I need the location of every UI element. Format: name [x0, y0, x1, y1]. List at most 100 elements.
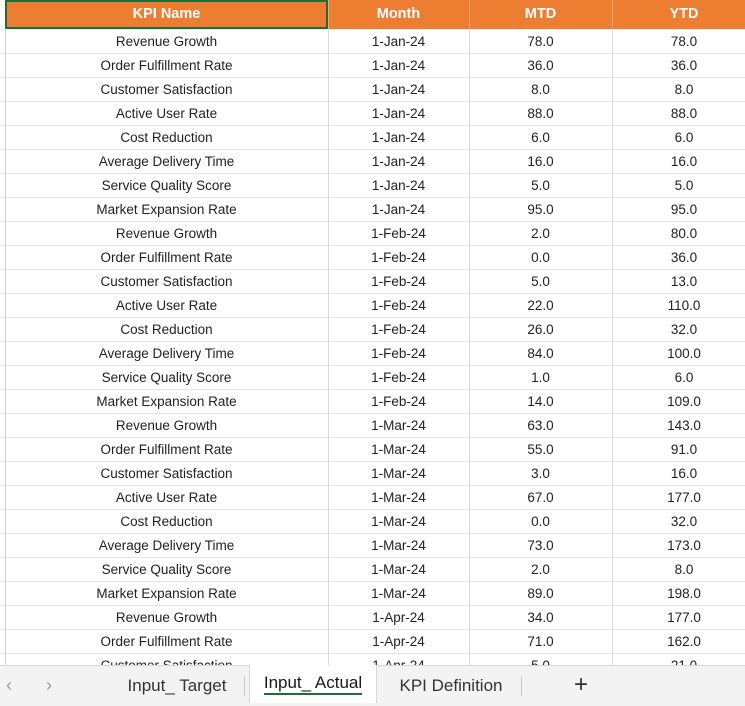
month-cell[interactable]: 1-Jan-24 [328, 197, 470, 222]
month-cell[interactable]: 1-Mar-24 [328, 557, 470, 582]
kpi-name-cell[interactable]: Revenue Growth [5, 605, 329, 630]
ytd-cell[interactable]: 13.0 [612, 269, 745, 294]
ytd-cell[interactable]: 21.0 [612, 653, 745, 665]
month-cell[interactable]: 1-Feb-24 [328, 365, 470, 390]
ytd-cell[interactable]: 95.0 [612, 197, 745, 222]
kpi-name-cell[interactable]: Customer Satisfaction [5, 461, 329, 486]
month-cell[interactable]: 1-Feb-24 [328, 341, 470, 366]
spreadsheet-grid[interactable]: KPI Name Month MTD YTD Revenue Growth 1-J… [0, 0, 745, 665]
header-kpi-name[interactable]: KPI Name [5, 0, 329, 30]
month-cell[interactable]: 1-Feb-24 [328, 245, 470, 270]
mtd-cell[interactable]: 67.0 [469, 485, 613, 510]
ytd-cell[interactable]: 110.0 [612, 293, 745, 318]
ytd-cell[interactable]: 143.0 [612, 413, 745, 438]
ytd-cell[interactable]: 173.0 [612, 533, 745, 558]
ytd-cell[interactable]: 8.0 [612, 77, 745, 102]
tab-input-target[interactable]: Input_ Target [116, 666, 238, 706]
mtd-cell[interactable]: 3.0 [469, 461, 613, 486]
month-cell[interactable]: 1-Jan-24 [328, 29, 470, 54]
tab-input-actual[interactable]: Input_ Actual [249, 665, 377, 703]
kpi-name-cell[interactable]: Cost Reduction [5, 509, 329, 534]
month-cell[interactable]: 1-Mar-24 [328, 437, 470, 462]
ytd-cell[interactable]: 162.0 [612, 629, 745, 654]
mtd-cell[interactable]: 6.0 [469, 125, 613, 150]
mtd-cell[interactable]: 78.0 [469, 29, 613, 54]
mtd-cell[interactable]: 88.0 [469, 101, 613, 126]
month-cell[interactable]: 1-Jan-24 [328, 173, 470, 198]
month-cell[interactable]: 1-Jan-24 [328, 101, 470, 126]
month-cell[interactable]: 1-Mar-24 [328, 413, 470, 438]
ytd-cell[interactable]: 100.0 [612, 341, 745, 366]
kpi-name-cell[interactable]: Service Quality Score [5, 173, 329, 198]
month-cell[interactable]: 1-Mar-24 [328, 485, 470, 510]
ytd-cell[interactable]: 80.0 [612, 221, 745, 246]
header-ytd[interactable]: YTD [612, 0, 745, 30]
kpi-name-cell[interactable]: Order Fulfillment Rate [5, 245, 329, 270]
ytd-cell[interactable]: 6.0 [612, 125, 745, 150]
kpi-name-cell[interactable]: Customer Satisfaction [5, 653, 329, 665]
mtd-cell[interactable]: 0.0 [469, 245, 613, 270]
ytd-cell[interactable]: 36.0 [612, 53, 745, 78]
mtd-cell[interactable]: 63.0 [469, 413, 613, 438]
kpi-name-cell[interactable]: Order Fulfillment Rate [5, 53, 329, 78]
ytd-cell[interactable]: 109.0 [612, 389, 745, 414]
kpi-name-cell[interactable]: Cost Reduction [5, 125, 329, 150]
mtd-cell[interactable]: 89.0 [469, 581, 613, 606]
header-mtd[interactable]: MTD [469, 0, 613, 30]
ytd-cell[interactable]: 32.0 [612, 509, 745, 534]
mtd-cell[interactable]: 26.0 [469, 317, 613, 342]
mtd-cell[interactable]: 2.0 [469, 221, 613, 246]
kpi-name-cell[interactable]: Service Quality Score [5, 365, 329, 390]
ytd-cell[interactable]: 16.0 [612, 461, 745, 486]
kpi-name-cell[interactable]: Order Fulfillment Rate [5, 437, 329, 462]
chevron-right-icon[interactable]: › [40, 674, 58, 696]
mtd-cell[interactable]: 34.0 [469, 605, 613, 630]
mtd-cell[interactable]: 14.0 [469, 389, 613, 414]
ytd-cell[interactable]: 6.0 [612, 365, 745, 390]
month-cell[interactable]: 1-Feb-24 [328, 221, 470, 246]
kpi-name-cell[interactable]: Average Delivery Time [5, 341, 329, 366]
kpi-name-cell[interactable]: Customer Satisfaction [5, 77, 329, 102]
month-cell[interactable]: 1-Jan-24 [328, 77, 470, 102]
tab-kpi-definition[interactable]: KPI Definition [388, 666, 514, 706]
mtd-cell[interactable]: 8.0 [469, 77, 613, 102]
chevron-left-icon[interactable]: ‹ [0, 674, 18, 696]
mtd-cell[interactable]: 84.0 [469, 341, 613, 366]
kpi-name-cell[interactable]: Average Delivery Time [5, 149, 329, 174]
mtd-cell[interactable]: 95.0 [469, 197, 613, 222]
ytd-cell[interactable]: 32.0 [612, 317, 745, 342]
month-cell[interactable]: 1-Apr-24 [328, 653, 470, 665]
month-cell[interactable]: 1-Feb-24 [328, 317, 470, 342]
kpi-name-cell[interactable]: Order Fulfillment Rate [5, 629, 329, 654]
kpi-name-cell[interactable]: Market Expansion Rate [5, 197, 329, 222]
month-cell[interactable]: 1-Apr-24 [328, 629, 470, 654]
ytd-cell[interactable]: 177.0 [612, 485, 745, 510]
kpi-name-cell[interactable]: Market Expansion Rate [5, 389, 329, 414]
mtd-cell[interactable]: 73.0 [469, 533, 613, 558]
kpi-name-cell[interactable]: Active User Rate [5, 485, 329, 510]
kpi-name-cell[interactable]: Revenue Growth [5, 413, 329, 438]
kpi-name-cell[interactable]: Cost Reduction [5, 317, 329, 342]
kpi-name-cell[interactable]: Revenue Growth [5, 221, 329, 246]
kpi-name-cell[interactable]: Service Quality Score [5, 557, 329, 582]
kpi-name-cell[interactable]: Revenue Growth [5, 29, 329, 54]
mtd-cell[interactable]: 16.0 [469, 149, 613, 174]
mtd-cell[interactable]: 5.0 [469, 653, 613, 665]
ytd-cell[interactable]: 36.0 [612, 245, 745, 270]
month-cell[interactable]: 1-Mar-24 [328, 533, 470, 558]
mtd-cell[interactable]: 0.0 [469, 509, 613, 534]
month-cell[interactable]: 1-Feb-24 [328, 293, 470, 318]
ytd-cell[interactable]: 198.0 [612, 581, 745, 606]
month-cell[interactable]: 1-Apr-24 [328, 605, 470, 630]
mtd-cell[interactable]: 5.0 [469, 269, 613, 294]
ytd-cell[interactable]: 8.0 [612, 557, 745, 582]
month-cell[interactable]: 1-Mar-24 [328, 461, 470, 486]
add-sheet-button[interactable]: + [568, 672, 594, 698]
mtd-cell[interactable]: 2.0 [469, 557, 613, 582]
month-cell[interactable]: 1-Feb-24 [328, 389, 470, 414]
kpi-name-cell[interactable]: Active User Rate [5, 101, 329, 126]
header-month[interactable]: Month [328, 0, 470, 30]
month-cell[interactable]: 1-Mar-24 [328, 581, 470, 606]
ytd-cell[interactable]: 78.0 [612, 29, 745, 54]
mtd-cell[interactable]: 36.0 [469, 53, 613, 78]
